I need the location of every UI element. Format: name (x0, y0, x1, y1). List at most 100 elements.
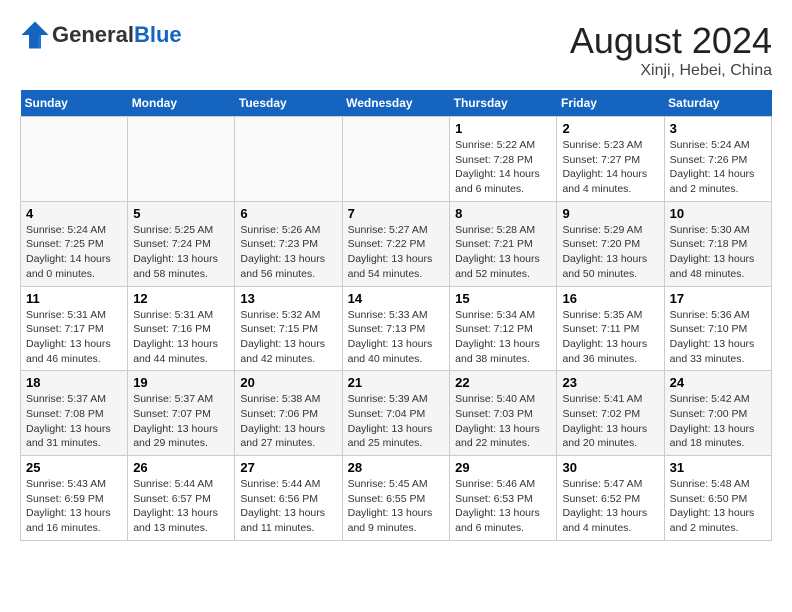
day-number: 1 (455, 121, 551, 136)
day-number: 10 (670, 206, 766, 221)
day-info: Sunrise: 5:42 AM Sunset: 7:00 PM Dayligh… (670, 392, 766, 451)
month-title: August 2024 (570, 20, 772, 62)
calendar-cell: 17 Sunrise: 5:36 AM Sunset: 7:10 PM Dayli… (664, 286, 771, 371)
day-number: 13 (240, 291, 336, 306)
day-info: Sunrise: 5:22 AM Sunset: 7:28 PM Dayligh… (455, 138, 551, 197)
calendar-cell: 22 Sunrise: 5:40 AM Sunset: 7:03 PM Dayli… (450, 371, 557, 456)
calendar-cell: 24 Sunrise: 5:42 AM Sunset: 7:00 PM Dayli… (664, 371, 771, 456)
day-number: 16 (562, 291, 658, 306)
calendar-cell: 18 Sunrise: 5:37 AM Sunset: 7:08 PM Dayli… (21, 371, 128, 456)
day-info: Sunrise: 5:29 AM Sunset: 7:20 PM Dayligh… (562, 223, 658, 282)
day-info: Sunrise: 5:32 AM Sunset: 7:15 PM Dayligh… (240, 308, 336, 367)
calendar-week-row: 11Sunrise: 5:31 AM Sunset: 7:17 PM Dayli… (21, 286, 772, 371)
calendar-cell: 15 Sunrise: 5:34 AM Sunset: 7:12 PM Dayli… (450, 286, 557, 371)
calendar-cell (21, 117, 128, 202)
logo: GeneralBlue (20, 20, 182, 50)
calendar-cell (342, 117, 450, 202)
day-info: Sunrise: 5:37 AM Sunset: 7:08 PM Dayligh… (26, 392, 122, 451)
calendar-cell: 20Sunrise: 5:38 AM Sunset: 7:06 PM Dayli… (235, 371, 342, 456)
day-info: Sunrise: 5:41 AM Sunset: 7:02 PM Dayligh… (562, 392, 658, 451)
day-info: Sunrise: 5:39 AM Sunset: 7:04 PM Dayligh… (348, 392, 445, 451)
day-number: 18 (26, 375, 122, 390)
calendar-cell: 8Sunrise: 5:28 AM Sunset: 7:21 PM Daylig… (450, 201, 557, 286)
day-info: Sunrise: 5:40 AM Sunset: 7:03 PM Dayligh… (455, 392, 551, 451)
day-number: 14 (348, 291, 445, 306)
calendar-cell: 6Sunrise: 5:26 AM Sunset: 7:23 PM Daylig… (235, 201, 342, 286)
calendar-cell: 21 Sunrise: 5:39 AM Sunset: 7:04 PM Dayli… (342, 371, 450, 456)
calendar-cell: 23Sunrise: 5:41 AM Sunset: 7:02 PM Dayli… (557, 371, 664, 456)
calendar-cell: 2 Sunrise: 5:23 AM Sunset: 7:27 PM Daylig… (557, 117, 664, 202)
day-number: 15 (455, 291, 551, 306)
day-number: 20 (240, 375, 336, 390)
calendar-cell: 30 Sunrise: 5:47 AM Sunset: 6:52 PM Dayli… (557, 456, 664, 541)
day-number: 3 (670, 121, 766, 136)
calendar-week-row: 25Sunrise: 5:43 AM Sunset: 6:59 PM Dayli… (21, 456, 772, 541)
day-info: Sunrise: 5:24 AM Sunset: 7:25 PM Dayligh… (26, 223, 122, 282)
day-info: Sunrise: 5:46 AM Sunset: 6:53 PM Dayligh… (455, 477, 551, 536)
col-header-sunday: Sunday (21, 90, 128, 117)
day-number: 19 (133, 375, 229, 390)
day-info: Sunrise: 5:47 AM Sunset: 6:52 PM Dayligh… (562, 477, 658, 536)
day-info: Sunrise: 5:33 AM Sunset: 7:13 PM Dayligh… (348, 308, 445, 367)
calendar-cell: 12 Sunrise: 5:31 AM Sunset: 7:16 PM Dayli… (128, 286, 235, 371)
calendar-cell: 27 Sunrise: 5:44 AM Sunset: 6:56 PM Dayli… (235, 456, 342, 541)
calendar-cell: 16 Sunrise: 5:35 AM Sunset: 7:11 PM Dayli… (557, 286, 664, 371)
day-info: Sunrise: 5:27 AM Sunset: 7:22 PM Dayligh… (348, 223, 445, 282)
day-number: 24 (670, 375, 766, 390)
day-info: Sunrise: 5:44 AM Sunset: 6:56 PM Dayligh… (240, 477, 336, 536)
day-info: Sunrise: 5:37 AM Sunset: 7:07 PM Dayligh… (133, 392, 229, 451)
day-number: 6 (240, 206, 336, 221)
logo-general: General (52, 22, 134, 47)
calendar-cell: 10 Sunrise: 5:30 AM Sunset: 7:18 PM Dayli… (664, 201, 771, 286)
day-number: 11 (26, 291, 122, 306)
day-number: 12 (133, 291, 229, 306)
calendar-cell: 13 Sunrise: 5:32 AM Sunset: 7:15 PM Dayli… (235, 286, 342, 371)
day-number: 9 (562, 206, 658, 221)
day-info: Sunrise: 5:24 AM Sunset: 7:26 PM Dayligh… (670, 138, 766, 197)
day-info: Sunrise: 5:36 AM Sunset: 7:10 PM Dayligh… (670, 308, 766, 367)
col-header-saturday: Saturday (664, 90, 771, 117)
day-info: Sunrise: 5:45 AM Sunset: 6:55 PM Dayligh… (348, 477, 445, 536)
day-number: 21 (348, 375, 445, 390)
day-number: 8 (455, 206, 551, 221)
day-number: 30 (562, 460, 658, 475)
calendar-cell: 19 Sunrise: 5:37 AM Sunset: 7:07 PM Dayli… (128, 371, 235, 456)
day-number: 2 (562, 121, 658, 136)
day-number: 5 (133, 206, 229, 221)
calendar-cell (235, 117, 342, 202)
calendar-cell: 31 Sunrise: 5:48 AM Sunset: 6:50 PM Dayli… (664, 456, 771, 541)
calendar-cell (128, 117, 235, 202)
calendar-cell: 28 Sunrise: 5:45 AM Sunset: 6:55 PM Dayli… (342, 456, 450, 541)
day-info: Sunrise: 5:30 AM Sunset: 7:18 PM Dayligh… (670, 223, 766, 282)
day-number: 27 (240, 460, 336, 475)
calendar-week-row: 18 Sunrise: 5:37 AM Sunset: 7:08 PM Dayli… (21, 371, 772, 456)
location: Xinji, Hebei, China (570, 62, 772, 80)
day-number: 22 (455, 375, 551, 390)
day-info: Sunrise: 5:35 AM Sunset: 7:11 PM Dayligh… (562, 308, 658, 367)
col-header-monday: Monday (128, 90, 235, 117)
day-number: 28 (348, 460, 445, 475)
day-number: 31 (670, 460, 766, 475)
calendar-cell: 4Sunrise: 5:24 AM Sunset: 7:25 PM Daylig… (21, 201, 128, 286)
logo-blue: Blue (134, 22, 182, 47)
col-header-tuesday: Tuesday (235, 90, 342, 117)
calendar-table: SundayMondayTuesdayWednesdayThursdayFrid… (20, 90, 772, 541)
calendar-cell: 9 Sunrise: 5:29 AM Sunset: 7:20 PM Daylig… (557, 201, 664, 286)
day-number: 25 (26, 460, 122, 475)
day-info: Sunrise: 5:31 AM Sunset: 7:16 PM Dayligh… (133, 308, 229, 367)
logo-icon (20, 20, 50, 50)
calendar-cell: 1 Sunrise: 5:22 AM Sunset: 7:28 PM Daylig… (450, 117, 557, 202)
day-number: 26 (133, 460, 229, 475)
col-header-thursday: Thursday (450, 90, 557, 117)
calendar-cell: 11Sunrise: 5:31 AM Sunset: 7:17 PM Dayli… (21, 286, 128, 371)
day-info: Sunrise: 5:25 AM Sunset: 7:24 PM Dayligh… (133, 223, 229, 282)
day-info: Sunrise: 5:34 AM Sunset: 7:12 PM Dayligh… (455, 308, 551, 367)
day-info: Sunrise: 5:23 AM Sunset: 7:27 PM Dayligh… (562, 138, 658, 197)
day-info: Sunrise: 5:48 AM Sunset: 6:50 PM Dayligh… (670, 477, 766, 536)
title-block: August 2024 Xinji, Hebei, China (570, 20, 772, 80)
day-info: Sunrise: 5:44 AM Sunset: 6:57 PM Dayligh… (133, 477, 229, 536)
calendar-cell: 25Sunrise: 5:43 AM Sunset: 6:59 PM Dayli… (21, 456, 128, 541)
calendar-cell: 26 Sunrise: 5:44 AM Sunset: 6:57 PM Dayli… (128, 456, 235, 541)
day-number: 17 (670, 291, 766, 306)
col-header-wednesday: Wednesday (342, 90, 450, 117)
